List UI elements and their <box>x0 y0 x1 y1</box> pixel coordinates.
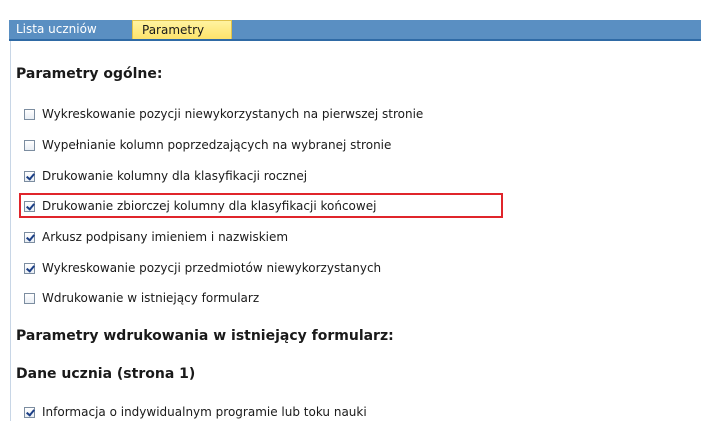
tab-strip: Lista uczniów Parametry <box>9 20 701 41</box>
option-label: Wykreskowanie pozycji przedmiotów niewyk… <box>42 261 382 275</box>
checkbox[interactable] <box>24 292 35 304</box>
checkbox[interactable] <box>24 170 35 182</box>
option-label: Wykreskowanie pozycji niewykorzystanych … <box>42 107 424 121</box>
checkbox[interactable] <box>24 406 35 418</box>
option-label: Drukowanie kolumny dla klasyfikacji rocz… <box>42 169 308 183</box>
option-label: Wdrukowanie w istniejący formularz <box>42 291 260 305</box>
option-row-2[interactable]: Drukowanie kolumny dla klasyfikacji rocz… <box>24 168 307 184</box>
checkbox[interactable] <box>24 139 35 151</box>
option-row-0[interactable]: Wykreskowanie pozycji niewykorzystanych … <box>24 106 423 122</box>
option-label: Drukowanie zbiorczej kolumny dla klasyfi… <box>42 199 377 213</box>
tab-lista-uczniow[interactable]: Lista uczniów <box>9 20 129 39</box>
option-row-4[interactable]: Arkusz podpisany imieniem i nazwiskiem <box>24 229 288 245</box>
option-row-5[interactable]: Wykreskowanie pozycji przedmiotów niewyk… <box>24 260 381 276</box>
option-label: Arkusz podpisany imieniem i nazwiskiem <box>42 230 289 244</box>
option-label: Informacja o indywidualnym programie lub… <box>42 405 367 419</box>
checkbox[interactable] <box>24 262 35 274</box>
tab-parametry[interactable]: Parametry <box>132 20 232 39</box>
option-row-6[interactable]: Wdrukowanie w istniejący formularz <box>24 290 259 306</box>
checkbox[interactable] <box>24 231 35 243</box>
option-row-3[interactable]: Drukowanie zbiorczej kolumny dla klasyfi… <box>24 198 376 214</box>
option-label: Wypełnianie kolumn poprzedzających na wy… <box>42 138 392 152</box>
student-data-heading: Dane ucznia (strona 1) <box>16 366 196 382</box>
option-row-1[interactable]: Wypełnianie kolumn poprzedzających na wy… <box>24 137 391 153</box>
checkbox[interactable] <box>24 108 35 120</box>
general-parameters-heading: Parametry ogólne: <box>16 66 163 82</box>
student-option-row-0[interactable]: Informacja o indywidualnym programie lub… <box>24 404 367 420</box>
print-parameters-heading: Parametry wdrukowania w istniejący formu… <box>16 328 394 344</box>
checkbox[interactable] <box>24 200 35 212</box>
